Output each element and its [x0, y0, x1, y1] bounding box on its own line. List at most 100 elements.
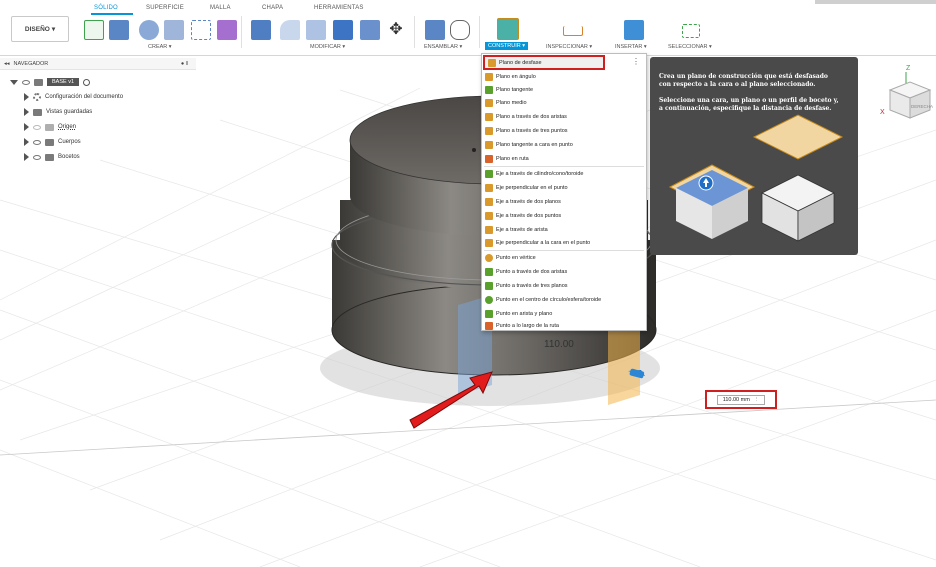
eye-hidden-icon[interactable] [33, 124, 41, 130]
point-edge-plane-icon [485, 309, 493, 318]
distance-field[interactable]: 110.00 mm ⋮ [716, 394, 766, 405]
create-sketch-icon[interactable] [84, 20, 104, 40]
offset-distance-input[interactable]: 110.00 mm ⋮ [705, 390, 777, 409]
tree-item-config[interactable]: Configuración del documento [24, 91, 123, 103]
menu-item-label: Punto en vértice [496, 254, 536, 261]
revolve-icon[interactable] [139, 20, 159, 40]
menu-item-offset-plane[interactable]: Plano de desfase [483, 55, 605, 70]
tree-root[interactable]: BASE v1 [10, 76, 91, 88]
crear-menu[interactable]: CREAR ▾ [148, 44, 172, 50]
tree-item-saved-views[interactable]: Vistas guardadas [24, 106, 92, 118]
tab-solido[interactable]: SÓLIDO [94, 5, 118, 11]
menu-item-axis-two-planes[interactable]: Eje a través de dos planos [482, 195, 647, 208]
move-icon[interactable]: ✥ [386, 20, 406, 40]
tree-label: Origen [58, 124, 77, 130]
menu-item-point-three-planes[interactable]: Punto a través de tres planos [482, 279, 647, 292]
design-button-label: DISEÑO [24, 25, 50, 33]
menu-item-label: Eje a través de dos planos [496, 198, 561, 205]
expand-icon[interactable] [24, 153, 29, 161]
eye-icon[interactable] [33, 154, 41, 160]
pattern-icon[interactable] [191, 20, 211, 40]
point-vertex-icon [485, 253, 493, 262]
menu-item-axis-two-points[interactable]: Eje a través de dos puntos [482, 209, 647, 222]
menu-item-label: Plano tangente [496, 86, 534, 93]
toolbar: SÓLIDO SUPERFICIE MALLA CHAPA HERRAMIENT… [0, 0, 936, 56]
menu-item-axis-perpendicular-face[interactable]: Eje perpendicular a la cara en el punto [482, 236, 647, 249]
menu-item-tangent-plane[interactable]: Plano tangente [482, 83, 647, 96]
view-cube[interactable]: Z DERECHA X [878, 62, 934, 124]
folder-icon [33, 108, 42, 116]
ensamblar-menu[interactable]: ENSAMBLAR ▾ [424, 44, 462, 50]
folder-icon [45, 123, 54, 131]
plane-three-points-icon [485, 126, 493, 135]
more-options-icon[interactable]: ⋮ [754, 397, 760, 403]
browser-panel: ◂◂ NAVEGADOR ● ‖ BASE v1 Configuración d… [0, 58, 196, 178]
inspeccionar-menu[interactable]: INSPECCIONAR ▾ [546, 44, 592, 50]
axis-cylinder-icon [485, 169, 493, 178]
menu-item-plane-two-edges[interactable]: Plano a través de dos aristas [482, 110, 647, 123]
chamfer-icon[interactable] [306, 20, 326, 40]
collapse-icon[interactable]: ◂◂ [4, 61, 10, 67]
menu-item-point-center[interactable]: Punto en el centro de círculo/esfera/tor… [482, 293, 647, 306]
offset-plane-icon[interactable] [497, 18, 519, 40]
expand-icon[interactable] [10, 79, 18, 85]
menu-item-axis-edge[interactable]: Eje a través de arista [482, 223, 647, 236]
menu-item-point-along-path[interactable]: Punto a lo largo de la ruta [482, 319, 647, 332]
eye-icon[interactable] [33, 139, 41, 145]
tab-herramientas[interactable]: HERRAMIENTAS [314, 5, 364, 11]
menu-item-axis-cylinder[interactable]: Eje a través de cilindro/cono/toroide [482, 167, 647, 180]
radio-icon[interactable] [83, 78, 91, 86]
expand-icon[interactable] [24, 93, 29, 101]
expand-icon[interactable] [24, 123, 29, 131]
menu-item-angle-plane[interactable]: Plano en ángulo [482, 70, 647, 83]
menu-item-point-vertex[interactable]: Punto en vértice [482, 251, 647, 264]
menu-item-label: Punto en el centro de círculo/esfera/tor… [496, 296, 602, 303]
workspace-switcher-button[interactable]: DISEÑO ▾ [11, 16, 69, 42]
separator [414, 16, 415, 48]
tab-malla[interactable]: MALLA [210, 5, 231, 11]
expand-icon[interactable] [24, 138, 29, 146]
menu-item-plane-along-path[interactable]: Plano en ruta [482, 152, 647, 165]
tree-label: Vistas guardadas [46, 109, 93, 115]
menu-item-axis-perpendicular-point[interactable]: Eje perpendicular en el punto [482, 181, 647, 194]
hole-icon[interactable] [164, 20, 184, 40]
construir-menu[interactable]: CONSTRUIR ▾ [485, 42, 528, 50]
eye-icon[interactable] [22, 79, 30, 85]
axis-two-planes-icon [485, 197, 493, 206]
fillet-icon[interactable] [280, 20, 300, 40]
menu-item-label: Plano en ángulo [496, 73, 536, 80]
menu-item-midplane[interactable]: Plano medio [482, 96, 647, 109]
menu-item-point-two-edges[interactable]: Punto a través de dos aristas [482, 265, 647, 278]
more-options-icon[interactable]: ⋮ [632, 57, 640, 66]
menu-item-label: Punto a través de dos aristas [496, 268, 568, 275]
shell-icon[interactable] [333, 20, 353, 40]
new-component-icon[interactable] [425, 20, 445, 40]
menu-item-plane-three-points[interactable]: Plano a través de tres puntos [482, 124, 647, 137]
expand-icon[interactable] [24, 108, 29, 116]
joint-icon[interactable] [450, 20, 470, 40]
menu-item-label: Eje a través de arista [496, 226, 548, 233]
distance-value[interactable]: 110.00 mm [723, 397, 750, 403]
tab-superficie[interactable]: SUPERFICIE [146, 5, 184, 11]
tree-item-origin[interactable]: Origen [24, 121, 76, 133]
measure-icon[interactable] [563, 26, 583, 36]
extrude-icon[interactable] [109, 20, 129, 40]
insert-image-icon[interactable] [624, 20, 644, 40]
insertar-menu[interactable]: INSERTAR ▾ [615, 44, 647, 50]
combine-icon[interactable] [360, 20, 380, 40]
select-icon[interactable] [682, 24, 700, 38]
separator [241, 16, 242, 48]
tree-item-sketches[interactable]: Bocetos [24, 151, 80, 163]
seleccionar-menu[interactable]: SELECCIONAR ▾ [668, 44, 712, 50]
axis-two-points-icon [485, 211, 493, 220]
pin-icon[interactable]: ● ‖ [181, 61, 188, 67]
press-pull-icon[interactable] [251, 20, 271, 40]
menu-item-plane-tangent-point[interactable]: Plano tangente a cara en punto [482, 138, 647, 151]
tree-item-bodies[interactable]: Cuerpos [24, 136, 81, 148]
canvas-dimension-label: 110.00 [544, 339, 574, 350]
create-form-icon[interactable] [217, 20, 237, 40]
modificar-menu[interactable]: MODIFICAR ▾ [310, 44, 345, 50]
browser-header: ◂◂ NAVEGADOR ● ‖ [0, 58, 196, 70]
menu-item-label: Eje a través de cilindro/cono/toroide [496, 170, 584, 177]
tab-chapa[interactable]: CHAPA [262, 5, 283, 11]
